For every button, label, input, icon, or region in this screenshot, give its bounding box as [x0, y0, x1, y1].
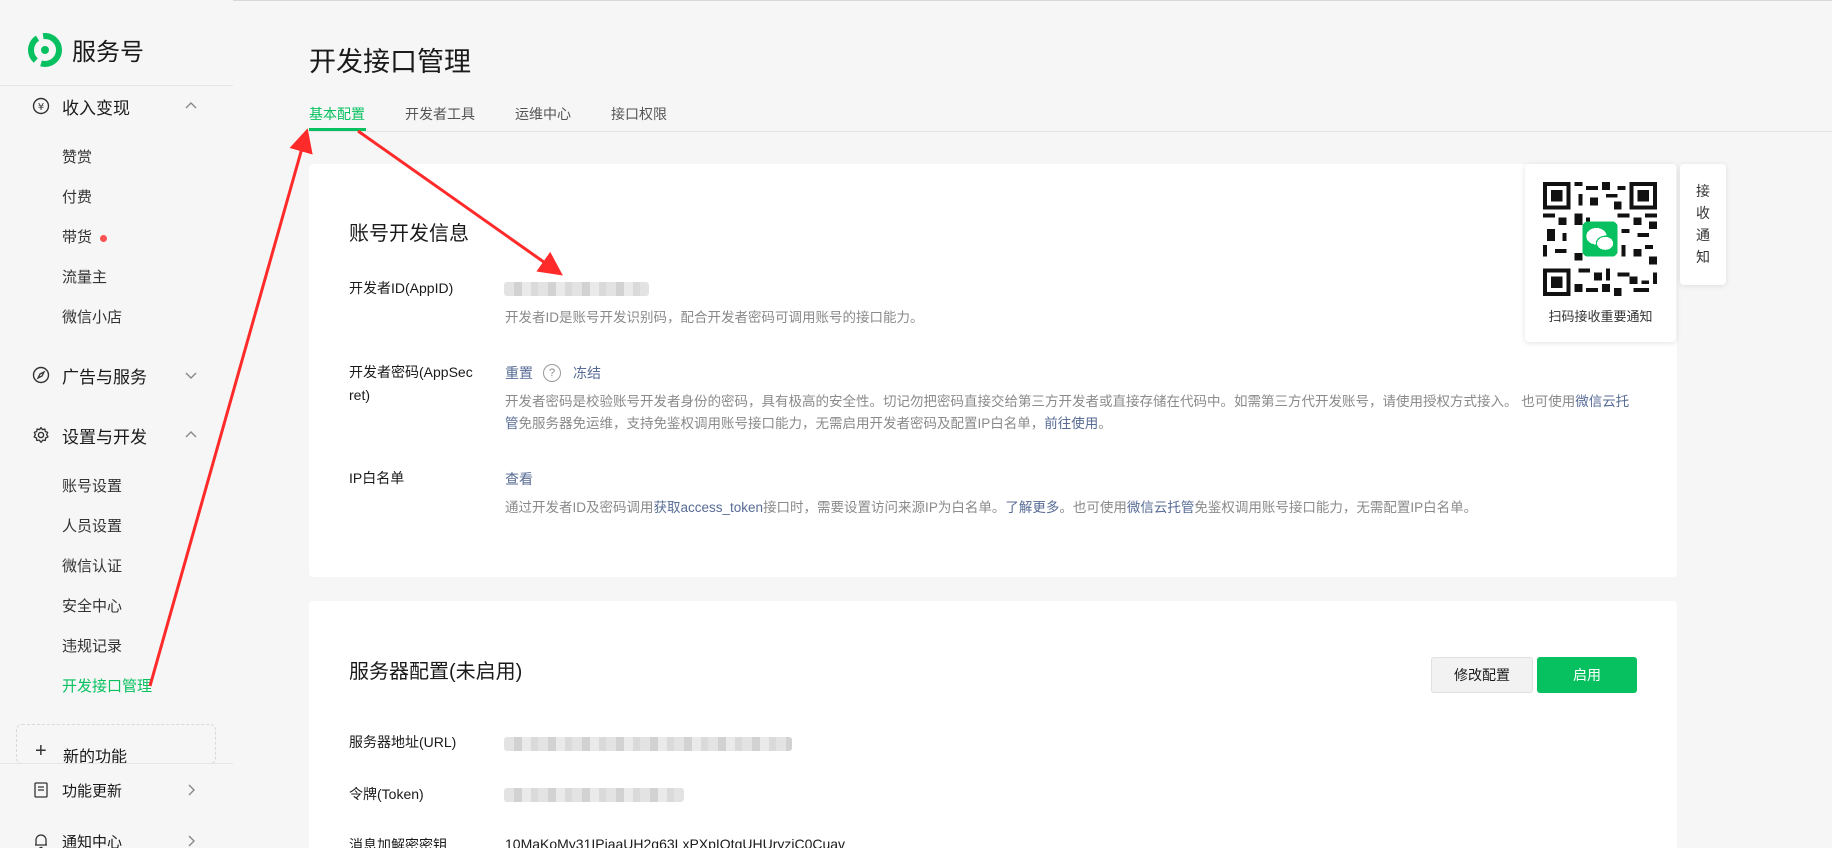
sidebar-group-label: 广告与服务 — [62, 367, 147, 387]
desc-text: 。也可使用 — [1059, 500, 1127, 515]
sidebar-group-settings[interactable]: 设置与开发 — [0, 420, 233, 450]
qr-caption: 扫码接收重要通知 — [1548, 309, 1653, 324]
token-value-redacted — [504, 788, 684, 802]
modify-config-button[interactable]: 修改配置 — [1431, 657, 1533, 693]
sidebar-item-label: 功能更新 — [62, 782, 123, 800]
sidebar-item-paid[interactable]: 付费 — [62, 187, 92, 209]
account-dev-info-card: 账号开发信息 开发者ID(AppID) 开发者ID是账号开发识别码，配合开发者密… — [309, 164, 1677, 577]
svg-text:¥: ¥ — [38, 102, 44, 113]
sidebar-item-updates[interactable]: 功能更新 — [0, 775, 233, 805]
app-name: 服务号 — [72, 39, 144, 66]
tab-ops-center[interactable]: 运维中心 — [515, 104, 571, 124]
chevron-right-icon — [188, 784, 195, 796]
receive-notification-tab[interactable]: 接收通知 — [1680, 164, 1726, 285]
server-url-label: 服务器地址(URL) — [349, 734, 457, 750]
divider — [0, 85, 233, 86]
gear-icon — [33, 426, 49, 443]
go-use-link[interactable]: 前往使用 — [1044, 416, 1098, 431]
appsecret-description: 开发者密码是校验账号开发者身份的密码，具有极高的安全性。切记勿把密码直接交给第三… — [505, 391, 1635, 435]
help-icon[interactable]: ? — [543, 364, 561, 382]
sidebar-item-account-settings[interactable]: 账号设置 — [62, 476, 122, 498]
sidebar-item-sales[interactable]: 带货 — [62, 227, 108, 249]
tab-api-permissions[interactable]: 接口权限 — [611, 104, 667, 124]
desc-text: 开发者密码是校验账号开发者身份的密码，具有极高的安全性。切记勿把密码直接交给第三… — [505, 394, 1576, 409]
desc-text: 免鉴权调用账号接口能力，无需配置IP白名单。 — [1194, 500, 1478, 515]
compass-icon — [32, 366, 50, 384]
enable-button[interactable]: 启用 — [1537, 657, 1637, 693]
plus-icon: + — [35, 740, 47, 762]
appid-label: 开发者ID(AppID) — [349, 280, 454, 296]
ip-whitelist-label: IP白名单 — [349, 470, 405, 486]
sidebar-group-ads[interactable]: 广告与服务 — [0, 360, 233, 390]
desc-text: 。 — [1098, 416, 1112, 431]
appid-value-redacted — [504, 282, 649, 296]
brand[interactable]: 服务号 — [28, 32, 144, 67]
sidebar: 服务号 ¥ 收入变现 赞赏 付费 带货 流量主 微信小店 广告与服务 设置与开发… — [0, 0, 233, 848]
chevron-up-icon — [185, 431, 197, 438]
book-icon — [34, 782, 48, 798]
sidebar-group-label: 收入变现 — [62, 98, 130, 118]
window-top-border — [0, 0, 1832, 1]
aes-key-label: 消息加解密密钥 — [349, 837, 447, 848]
yuan-circle-icon: ¥ — [32, 97, 50, 115]
bell-icon — [35, 834, 47, 848]
sidebar-item-security[interactable]: 安全中心 — [62, 596, 122, 618]
appsecret-label-line: 开发者密码(AppSec — [349, 364, 473, 380]
sidebar-item-verification[interactable]: 微信认证 — [62, 556, 122, 578]
reset-secret-link[interactable]: 重置 — [505, 363, 533, 383]
sidebar-item-staff-settings[interactable]: 人员设置 — [62, 516, 122, 538]
divider — [0, 763, 233, 764]
chevron-down-icon — [185, 372, 197, 379]
aes-key-value: 10MaKoMy31IPiaaUH2q63LxPXpIOtqUHUryziC0C… — [505, 836, 846, 848]
page-title: 开发接口管理 — [309, 47, 471, 77]
desc-text: 免服务器免运维，支持免鉴权调用账号接口能力，无需启用开发者密码及配置IP白名单， — [518, 416, 1045, 431]
sidebar-group-label: 设置与开发 — [62, 427, 147, 447]
appid-description: 开发者ID是账号开发识别码，配合开发者密码可调用账号的接口能力。 — [505, 310, 924, 325]
chevron-up-icon — [185, 102, 197, 109]
sidebar-group-monetize[interactable]: ¥ 收入变现 — [0, 91, 233, 121]
server-config-card: 服务器配置(未启用) 修改配置 启用 服务器地址(URL) 令牌(Token) … — [309, 601, 1677, 848]
appsecret-label-line: ret) — [349, 387, 370, 403]
sidebar-item-reward[interactable]: 赞赏 — [62, 147, 92, 169]
freeze-secret-link[interactable]: 冻结 — [573, 363, 601, 383]
qr-notification-panel: 扫码接收重要通知 — [1525, 164, 1676, 342]
sidebar-item-label: 通知中心 — [62, 833, 123, 848]
appsecret-label: 开发者密码(AppSec ret) — [349, 361, 473, 407]
section-title: 账号开发信息 — [349, 223, 469, 245]
sidebar-item-notifications[interactable]: 通知中心 — [0, 826, 233, 848]
wechat-cloud-link[interactable]: 微信云托管 — [1127, 500, 1195, 515]
tab-dev-tools[interactable]: 开发者工具 — [405, 104, 475, 124]
notification-dot — [100, 234, 108, 242]
section-title: 服务器配置(未启用) — [349, 661, 523, 683]
side-tab-label: 接收通知 — [1696, 183, 1710, 265]
qr-code-image[interactable] — [1543, 182, 1657, 296]
appsecret-actions: 重置 ? 冻结 — [505, 363, 601, 383]
sidebar-item-dev-api[interactable]: 开发接口管理 — [62, 676, 152, 698]
new-feature-button[interactable]: + 新的功能 — [16, 724, 216, 764]
chevron-right-icon — [188, 835, 195, 847]
tab-basic-config[interactable]: 基本配置 — [309, 104, 365, 124]
sidebar-item-violations[interactable]: 违规记录 — [62, 636, 122, 658]
learn-more-link[interactable]: 了解更多 — [1005, 500, 1059, 515]
desc-text: 接口时，需要设置访问来源IP为白名单。 — [763, 500, 1006, 515]
wechat-service-logo-icon — [28, 32, 62, 67]
tabs-divider — [309, 131, 1832, 132]
server-url-value-redacted — [504, 737, 792, 751]
sidebar-item-label: 带货 — [62, 229, 93, 246]
ip-whitelist-description: 通过开发者ID及密码调用获取access_token接口时，需要设置访问来源IP… — [505, 497, 1635, 519]
desc-text: 通过开发者ID及密码调用 — [505, 500, 654, 515]
sidebar-item-shop[interactable]: 微信小店 — [62, 307, 122, 329]
sidebar-item-traffic[interactable]: 流量主 — [62, 267, 107, 289]
view-ip-whitelist-link[interactable]: 查看 — [505, 469, 533, 489]
access-token-link[interactable]: 获取access_token — [654, 500, 764, 515]
token-label: 令牌(Token) — [349, 786, 424, 802]
new-feature-label: 新的功能 — [63, 749, 128, 764]
